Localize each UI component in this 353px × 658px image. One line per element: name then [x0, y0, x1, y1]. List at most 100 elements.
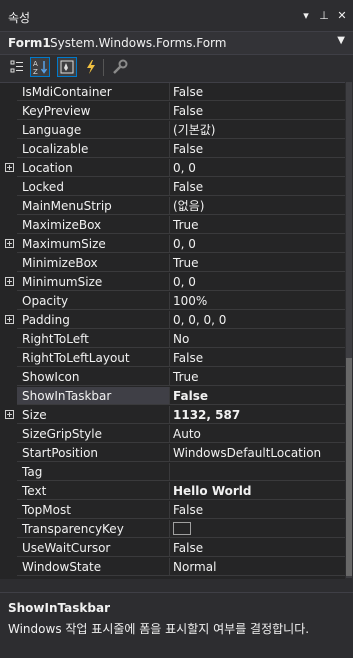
property-name[interactable]: Tag — [17, 463, 169, 481]
property-name[interactable]: ShowIcon — [17, 368, 169, 386]
property-name[interactable]: MinimizeBox — [17, 254, 169, 272]
property-value[interactable]: True — [169, 254, 345, 272]
property-name[interactable]: ShowInTaskbar — [17, 387, 169, 405]
property-row-language[interactable]: Language (기본값) — [0, 121, 345, 140]
property-row-maximizebox[interactable]: MaximizeBox True — [0, 216, 345, 235]
expand-icon[interactable] — [5, 315, 14, 324]
property-value[interactable]: 0, 0 — [169, 235, 345, 253]
property-name[interactable]: KeyPreview — [17, 102, 169, 120]
vertical-scrollbar[interactable] — [345, 82, 353, 578]
description-panel: ShowInTaskbar Windows 작업 표시줄에 폼을 표시할지 여부… — [0, 592, 353, 658]
property-grid: IsMdiContainer False KeyPreview False Langua… — [0, 82, 345, 579]
property-value[interactable]: 0, 0 — [169, 159, 345, 177]
property-value[interactable] — [169, 520, 345, 538]
property-name[interactable]: MainMenuStrip — [17, 197, 169, 215]
property-row-keypreview[interactable]: KeyPreview False — [0, 102, 345, 121]
property-row-showintaskbar[interactable]: ShowInTaskbar False — [0, 387, 345, 406]
property-row-topmost[interactable]: TopMost False — [0, 501, 345, 520]
property-name[interactable]: UseWaitCursor — [17, 539, 169, 557]
property-row-showicon[interactable]: ShowIcon True — [0, 368, 345, 387]
property-value[interactable] — [169, 463, 345, 481]
property-pages-button[interactable] — [110, 57, 130, 77]
property-value[interactable]: False — [169, 387, 345, 405]
pin-icon[interactable]: ⊥ — [319, 9, 329, 22]
property-row-locked[interactable]: Locked False — [0, 178, 345, 197]
property-row-minimizebox[interactable]: MinimizeBox True — [0, 254, 345, 273]
property-value[interactable]: Hello World — [169, 482, 345, 500]
property-value[interactable]: 100% — [169, 292, 345, 310]
property-value[interactable]: True — [169, 368, 345, 386]
expand-icon[interactable] — [5, 239, 14, 248]
property-name[interactable]: WindowState — [17, 558, 169, 576]
property-name[interactable]: Locked — [17, 178, 169, 196]
properties-button[interactable] — [57, 57, 77, 77]
property-row-padding[interactable]: Padding 0, 0, 0, 0 — [0, 311, 345, 330]
property-name[interactable]: SizeGripStyle — [17, 425, 169, 443]
property-name[interactable]: Padding — [17, 311, 169, 329]
property-value[interactable]: False — [169, 102, 345, 120]
property-name[interactable]: TopMost — [17, 501, 169, 519]
property-value[interactable]: (기본값) — [169, 121, 345, 139]
property-name[interactable]: IsMdiContainer — [17, 83, 169, 101]
property-name[interactable]: Text — [17, 482, 169, 500]
chevron-down-icon[interactable]: ▼ — [337, 35, 345, 46]
close-icon[interactable]: ✕ — [337, 9, 347, 22]
expand-icon[interactable] — [5, 277, 14, 286]
property-name[interactable]: MaximizeBox — [17, 216, 169, 234]
property-row-tag[interactable]: Tag — [0, 463, 345, 482]
property-row-righttoleftlayout[interactable]: RightToLeftLayout False — [0, 349, 345, 368]
property-name[interactable]: RightToLeft — [17, 330, 169, 348]
property-value[interactable]: False — [169, 349, 345, 367]
property-name[interactable]: Size — [17, 406, 169, 424]
property-row-transparencykey[interactable]: TransparencyKey — [0, 520, 345, 539]
property-name[interactable]: MinimumSize — [17, 273, 169, 291]
property-name[interactable]: Language — [17, 121, 169, 139]
property-row-startposition[interactable]: StartPosition WindowsDefaultLocation — [0, 444, 345, 463]
row-gutter — [0, 463, 17, 482]
property-value[interactable]: Normal — [169, 558, 345, 576]
property-value[interactable]: 1132, 587 — [169, 406, 345, 424]
property-name[interactable]: RightToLeftLayout — [17, 349, 169, 367]
alphabetical-button[interactable]: A Z — [30, 57, 50, 77]
property-value[interactable]: 0, 0 — [169, 273, 345, 291]
property-row-opacity[interactable]: Opacity 100% — [0, 292, 345, 311]
row-gutter — [0, 235, 17, 254]
property-value[interactable]: No — [169, 330, 345, 348]
property-row-localizable[interactable]: Localizable False — [0, 140, 345, 159]
property-name[interactable]: TransparencyKey — [17, 520, 169, 538]
property-row-maximumsize[interactable]: MaximumSize 0, 0 — [0, 235, 345, 254]
property-name[interactable]: StartPosition — [17, 444, 169, 462]
property-row-windowstate[interactable]: WindowState Normal — [0, 558, 345, 577]
property-value[interactable]: False — [169, 178, 345, 196]
property-row-mainmenustrip[interactable]: MainMenuStrip (없음) — [0, 197, 345, 216]
property-row-text[interactable]: Text Hello World — [0, 482, 345, 501]
events-button[interactable] — [81, 57, 101, 77]
expand-icon[interactable] — [5, 410, 14, 419]
property-row-size[interactable]: Size 1132, 587 — [0, 406, 345, 425]
property-row-location[interactable]: Location 0, 0 — [0, 159, 345, 178]
property-value[interactable]: False — [169, 539, 345, 557]
svg-text:Z: Z — [33, 68, 38, 75]
property-row-usewaitcursor[interactable]: UseWaitCursor False — [0, 539, 345, 558]
property-row-righttoleft[interactable]: RightToLeft No — [0, 330, 345, 349]
property-value[interactable]: WindowsDefaultLocation — [169, 444, 345, 462]
property-value[interactable]: True — [169, 216, 345, 234]
property-row-minimumsize[interactable]: MinimumSize 0, 0 — [0, 273, 345, 292]
property-row-sizegripstyle[interactable]: SizeGripStyle Auto — [0, 425, 345, 444]
property-value[interactable]: 0, 0, 0, 0 — [169, 311, 345, 329]
categorized-button[interactable] — [7, 57, 27, 77]
window-position-dropdown-icon[interactable]: ▾ — [301, 9, 311, 22]
property-name[interactable]: Location — [17, 159, 169, 177]
property-value[interactable]: Auto — [169, 425, 345, 443]
property-value[interactable]: (없음) — [169, 197, 345, 215]
property-name[interactable]: MaximumSize — [17, 235, 169, 253]
property-name[interactable]: Localizable — [17, 140, 169, 158]
property-name[interactable]: Opacity — [17, 292, 169, 310]
property-value[interactable]: False — [169, 83, 345, 101]
property-value[interactable]: False — [169, 501, 345, 519]
scrollbar-thumb[interactable] — [346, 358, 352, 576]
property-row-ismdicontainer[interactable]: IsMdiContainer False — [0, 83, 345, 102]
property-value[interactable]: False — [169, 140, 345, 158]
object-selector[interactable]: Form1 System.Windows.Forms.Form ▼ — [0, 31, 353, 55]
expand-icon[interactable] — [5, 163, 14, 172]
